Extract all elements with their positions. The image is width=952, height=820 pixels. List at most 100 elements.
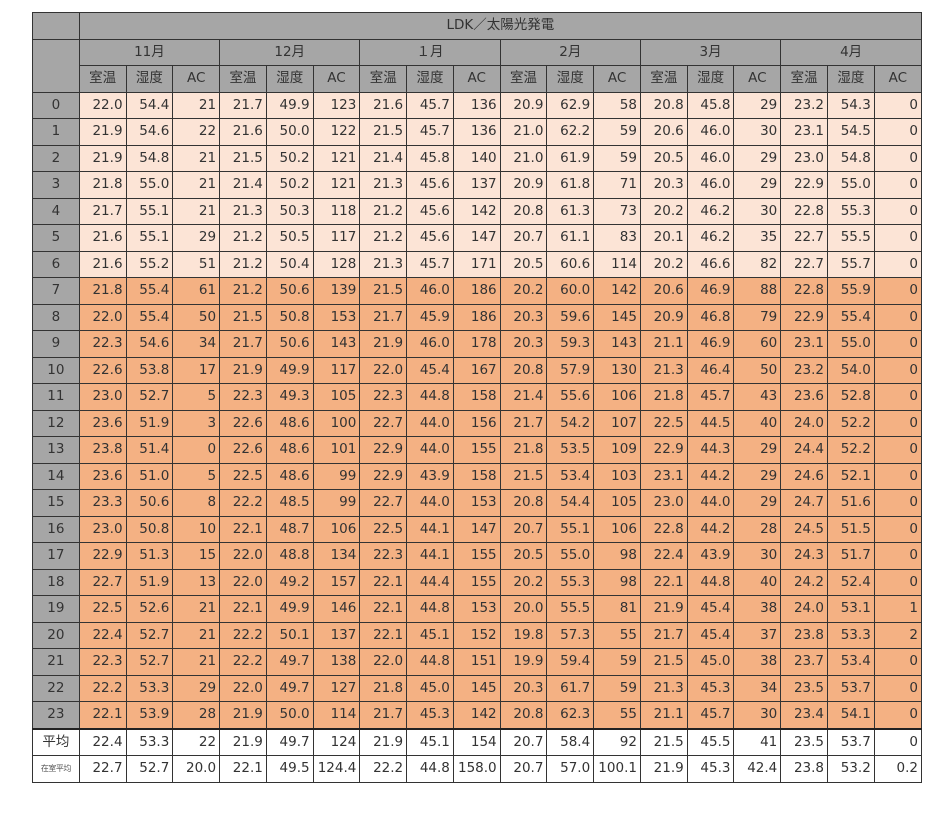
table-cell: 21.2 <box>219 277 267 305</box>
table-cell: 45.0 <box>686 648 735 676</box>
table-cell: 43.9 <box>686 542 735 570</box>
table-cell: 20.5 <box>499 542 548 570</box>
table-cell: 1 <box>873 595 923 623</box>
table-cell: 22 <box>172 727 221 756</box>
table-cell: 22.7 <box>780 224 829 252</box>
table-cell: 50.4 <box>265 250 314 278</box>
table-cell: 155 <box>452 436 501 464</box>
table-cell: 21.5 <box>499 462 548 490</box>
table-cell: 29 <box>733 171 782 199</box>
hour-label: 8 <box>32 303 80 331</box>
table-cell: 21.2 <box>359 224 408 252</box>
table-cell: 22.7 <box>359 409 408 437</box>
table-cell: 22.9 <box>780 171 829 199</box>
data-table: LDK／太陽光発電 11月 12月 １月 2月 3月 4月 室温 湿度 AC 室温 湿度 AC 室温湿… <box>32 12 923 783</box>
table-cell: 114 <box>593 250 641 278</box>
table-cell: 35 <box>733 224 782 252</box>
table-cell: 21.9 <box>219 701 267 729</box>
table-cell: 34 <box>172 330 221 358</box>
table-cell: 45.4 <box>406 356 454 384</box>
table-cell: 23.1 <box>639 462 688 490</box>
table-cell: 21.7 <box>219 91 267 119</box>
table-cell: 146 <box>312 595 361 623</box>
table-cell: 23.6 <box>780 383 829 411</box>
table-cell: 53.3 <box>827 621 875 649</box>
table-cell: 24.4 <box>780 436 829 464</box>
table-cell: 51.7 <box>827 542 875 570</box>
table-cell: 53.3 <box>125 674 174 702</box>
table-cell: 22.9 <box>359 462 408 490</box>
month-header: 4月 <box>780 38 922 66</box>
table-cell: 0 <box>873 542 923 570</box>
table-cell: 22.9 <box>639 436 688 464</box>
table-cell: 21 <box>172 91 221 119</box>
table-cell: 23.8 <box>780 755 829 783</box>
table-cell: 48.7 <box>265 515 314 543</box>
table-cell: 55.7 <box>827 250 875 278</box>
table-cell: 21.3 <box>639 674 688 702</box>
table-cell: 20.8 <box>499 489 548 517</box>
table-cell: 20.3 <box>499 330 548 358</box>
table-cell: 49.7 <box>265 648 314 676</box>
table-cell: 22 <box>172 118 221 146</box>
table-cell: 55.5 <box>546 595 595 623</box>
table-cell: 55.3 <box>827 197 875 225</box>
hour-label: 20 <box>32 621 80 649</box>
table-cell: 44.2 <box>686 462 735 490</box>
table-cell: 55.0 <box>827 330 875 358</box>
table-cell: 55.4 <box>827 303 875 331</box>
table-cell: 54.8 <box>125 144 174 172</box>
table-cell: 20.8 <box>499 701 548 729</box>
table-cell: 21 <box>172 595 221 623</box>
table-cell: 167 <box>452 356 501 384</box>
table-cell: 24.5 <box>780 515 829 543</box>
table-cell: 22.8 <box>639 515 688 543</box>
hour-label: 11 <box>32 383 80 411</box>
table-cell: 54.5 <box>827 118 875 146</box>
column-header: 室温 <box>639 65 688 93</box>
table-cell: 23.0 <box>780 144 829 172</box>
table-row: 9 22.3 54.6 34 21.7 50.6 143 21.9 46.0 178 20.3 59.… <box>32 330 923 358</box>
table-cell: 122 <box>312 118 361 146</box>
table-cell: 46.0 <box>686 144 735 172</box>
table-cell: 54.6 <box>125 118 174 146</box>
table-cell: 53.3 <box>125 727 174 756</box>
hour-label: 15 <box>32 489 80 517</box>
table-cell: 99 <box>312 489 361 517</box>
table-cell: 20.3 <box>499 303 548 331</box>
table-cell: 23.2 <box>780 356 829 384</box>
table-cell: 54.8 <box>827 144 875 172</box>
table-title: LDK／太陽光発電 <box>78 12 923 40</box>
table-row: 4 21.7 55.1 21 21.3 50.3 118 21.2 45.6 142 20.8 61.… <box>32 197 923 225</box>
table-cell: 55.3 <box>546 568 595 596</box>
table-cell: 23.5 <box>780 727 829 756</box>
table-cell: 44.8 <box>406 755 454 783</box>
table-cell: 45.8 <box>686 91 735 119</box>
table-cell: 143 <box>593 330 641 358</box>
table-cell: 19.8 <box>499 621 548 649</box>
table-cell: 0 <box>873 171 923 199</box>
column-header: AC <box>312 65 361 93</box>
table-cell: 44.0 <box>686 489 735 517</box>
table-cell: 136 <box>452 118 501 146</box>
hour-label: 14 <box>32 462 80 490</box>
table-cell: 21.9 <box>219 727 267 756</box>
table-cell: 50.2 <box>265 144 314 172</box>
table-cell: 24.7 <box>780 489 829 517</box>
table-cell: 19.9 <box>499 648 548 676</box>
table-cell: 41 <box>733 727 782 756</box>
table-cell: 127 <box>312 674 361 702</box>
table-cell: 186 <box>452 277 501 305</box>
table-cell: 28 <box>172 701 221 729</box>
table-cell: 50.8 <box>125 515 174 543</box>
table-cell: 147 <box>452 224 501 252</box>
table-cell: 21.9 <box>78 118 127 146</box>
table-cell: 43.9 <box>406 462 454 490</box>
table-cell: 21.5 <box>639 648 688 676</box>
column-header: 室温 <box>359 65 408 93</box>
table-cell: 88 <box>733 277 782 305</box>
table-cell: 55.1 <box>125 224 174 252</box>
table-title-corner <box>32 12 80 40</box>
table-cell: 21.9 <box>639 755 688 783</box>
table-cell: 45.9 <box>406 303 454 331</box>
